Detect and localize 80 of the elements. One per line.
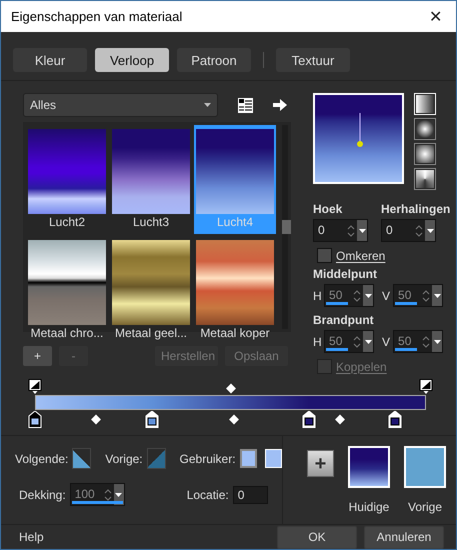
- next-color-icon[interactable]: [72, 448, 92, 469]
- previous-swatch[interactable]: [404, 446, 446, 488]
- v-spinner[interactable]: 50: [393, 330, 443, 353]
- color-stop-icon[interactable]: [28, 411, 42, 431]
- ok-button[interactable]: OK: [277, 526, 357, 548]
- h-label: H: [313, 334, 322, 348]
- next-label: Volgende:: [15, 452, 68, 466]
- caret-icon[interactable]: [434, 340, 440, 344]
- midpoint-icon[interactable]: [229, 414, 240, 424]
- v-label: V: [382, 334, 392, 348]
- spin-arrows-icon[interactable]: [104, 488, 112, 502]
- previous-swatch-label: Vorige: [408, 500, 442, 514]
- caret-icon[interactable]: [204, 103, 211, 107]
- angle-spinner[interactable]: 0: [313, 219, 368, 242]
- tab[interactable]: Verloop: [95, 48, 169, 72]
- color-stop-icon[interactable]: [388, 411, 402, 431]
- caret-icon[interactable]: [364, 340, 372, 344]
- color-stop-icon[interactable]: [302, 411, 316, 431]
- add-swatch-button[interactable]: +: [307, 450, 334, 477]
- gradient-bar[interactable]: [35, 395, 426, 410]
- location-label: Locatie:: [186, 488, 229, 502]
- cancel-button[interactable]: Annuleren: [364, 526, 444, 548]
- repeats-label: Herhalingen: [381, 202, 450, 216]
- gradient-preset[interactable]: Lucht3: [110, 125, 192, 234]
- v-spinner[interactable]: 50: [393, 284, 443, 307]
- category-dropdown[interactable]: Alles: [23, 93, 218, 117]
- invert-label: Omkeren: [336, 248, 386, 262]
- opacity-label: Dekking:: [19, 488, 66, 502]
- midpoint-icon[interactable]: [90, 414, 101, 424]
- midpoint-icon[interactable]: [335, 414, 345, 424]
- gradient-preview[interactable]: [313, 93, 404, 184]
- caret-icon[interactable]: [434, 294, 440, 298]
- opacity-spinner[interactable]: 100: [70, 483, 125, 506]
- gradient-style-button[interactable]: [414, 168, 436, 190]
- current-label: Huidige: [348, 500, 390, 514]
- gradient-preset[interactable]: Metaal geel...: [110, 236, 192, 345]
- spin-arrows-icon[interactable]: [422, 288, 430, 302]
- user-label: Gebruiker:: [180, 452, 236, 466]
- previous-label: Vorige:: [105, 452, 143, 466]
- caret-icon[interactable]: [358, 228, 366, 232]
- center-label: Middelpunt: [313, 267, 378, 281]
- caret-icon[interactable]: [426, 228, 434, 232]
- gradient-style-button[interactable]: [414, 118, 436, 140]
- list-view-icon[interactable]: [238, 98, 253, 112]
- help-link[interactable]: Help: [19, 530, 270, 544]
- user-color-swatch[interactable]: [240, 449, 257, 468]
- close-button[interactable]: ✕: [423, 6, 448, 26]
- spin-arrows-icon[interactable]: [353, 334, 361, 348]
- h-label: H: [313, 288, 322, 302]
- caret-icon[interactable]: [115, 492, 122, 496]
- spin-arrows-icon[interactable]: [347, 224, 355, 238]
- gradient-preset[interactable]: Lucht2: [26, 125, 108, 234]
- color-stop-icon[interactable]: [145, 411, 160, 431]
- arrow-right-icon[interactable]: [273, 99, 287, 111]
- location-field[interactable]: 0: [232, 486, 268, 504]
- angle-label: Hoek: [313, 202, 344, 216]
- preset-button[interactable]: +: [23, 346, 52, 366]
- h-spinner[interactable]: 50: [324, 284, 374, 307]
- invert-checkbox[interactable]: [317, 248, 332, 263]
- spin-arrows-icon[interactable]: [415, 224, 423, 238]
- tab[interactable]: Patroon: [177, 48, 251, 72]
- spin-arrows-icon[interactable]: [353, 288, 361, 302]
- tab[interactable]: Textuur: [276, 48, 350, 72]
- scrollbar[interactable]: [282, 125, 288, 329]
- midpoint-icon[interactable]: [226, 384, 236, 394]
- repeats-spinner[interactable]: 0: [381, 219, 436, 242]
- gradient-preset[interactable]: Metaal koper: [194, 236, 276, 345]
- gradient-style-button[interactable]: [414, 143, 436, 165]
- v-label: V: [382, 288, 392, 302]
- caret-icon[interactable]: [364, 294, 372, 298]
- h-spinner[interactable]: 50: [324, 330, 374, 353]
- previous-color-icon[interactable]: [146, 448, 166, 469]
- tab[interactable]: Kleur: [13, 48, 87, 72]
- link-label: Koppelen: [336, 360, 387, 374]
- gradient-preset[interactable]: Metaal chro...: [26, 236, 108, 345]
- angle-handle-icon[interactable]: [355, 113, 365, 149]
- spin-arrows-icon[interactable]: [422, 334, 430, 348]
- window-title: Eigenschappen van materiaal: [11, 9, 182, 24]
- focus-label: Brandpunt: [313, 313, 375, 327]
- current-swatch[interactable]: [348, 446, 390, 488]
